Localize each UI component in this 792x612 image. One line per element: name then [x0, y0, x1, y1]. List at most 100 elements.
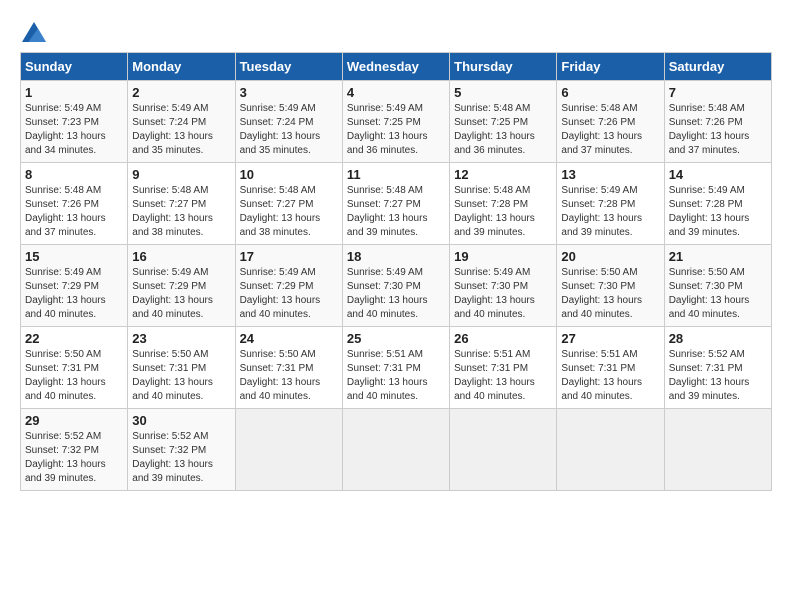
calendar-cell: 12 Sunrise: 5:48 AMSunset: 7:28 PMDayligh… [450, 163, 557, 245]
day-number: 11 [347, 167, 445, 182]
day-number: 6 [561, 85, 659, 100]
calendar: SundayMondayTuesdayWednesdayThursdayFrid… [20, 52, 772, 491]
calendar-cell: 7 Sunrise: 5:48 AMSunset: 7:26 PMDaylight… [664, 81, 771, 163]
calendar-cell: 20 Sunrise: 5:50 AMSunset: 7:30 PMDayligh… [557, 245, 664, 327]
day-number: 14 [669, 167, 767, 182]
day-number: 9 [132, 167, 230, 182]
calendar-week-5: 29 Sunrise: 5:52 AMSunset: 7:32 PMDayligh… [21, 409, 772, 491]
day-number: 2 [132, 85, 230, 100]
day-number: 13 [561, 167, 659, 182]
day-info: Sunrise: 5:49 AMSunset: 7:28 PMDaylight:… [561, 184, 659, 240]
calendar-week-3: 15 Sunrise: 5:49 AMSunset: 7:29 PMDayligh… [21, 245, 772, 327]
calendar-cell: 10Sunrise: 5:48 AMSunset: 7:27 PMDayligh… [235, 163, 342, 245]
day-number: 27 [561, 331, 659, 346]
calendar-week-2: 8Sunrise: 5:48 AMSunset: 7:26 PMDaylight… [21, 163, 772, 245]
calendar-cell: 16 Sunrise: 5:49 AMSunset: 7:29 PMDayligh… [128, 245, 235, 327]
calendar-cell: 8Sunrise: 5:48 AMSunset: 7:26 PMDaylight… [21, 163, 128, 245]
day-info: Sunrise: 5:52 AMSunset: 7:31 PMDaylight:… [669, 348, 767, 404]
day-info: Sunrise: 5:50 AMSunset: 7:31 PMDaylight:… [240, 348, 338, 404]
day-number: 7 [669, 85, 767, 100]
calendar-cell: 21Sunrise: 5:50 AMSunset: 7:30 PMDayligh… [664, 245, 771, 327]
day-info: Sunrise: 5:48 AMSunset: 7:27 PMDaylight:… [347, 184, 445, 240]
calendar-cell: 2 Sunrise: 5:49 AMSunset: 7:24 PMDaylight… [128, 81, 235, 163]
day-number: 20 [561, 249, 659, 264]
day-info: Sunrise: 5:48 AMSunset: 7:28 PMDaylight:… [454, 184, 552, 240]
day-info: Sunrise: 5:49 AMSunset: 7:29 PMDaylight:… [132, 266, 230, 322]
calendar-cell: 23Sunrise: 5:50 AMSunset: 7:31 PMDayligh… [128, 327, 235, 409]
calendar-cell: 17 Sunrise: 5:49 AMSunset: 7:29 PMDayligh… [235, 245, 342, 327]
calendar-cell [342, 409, 449, 491]
day-number: 5 [454, 85, 552, 100]
calendar-cell: 3 Sunrise: 5:49 AMSunset: 7:24 PMDaylight… [235, 81, 342, 163]
day-number: 30 [132, 413, 230, 428]
day-number: 24 [240, 331, 338, 346]
day-info: Sunrise: 5:49 AMSunset: 7:24 PMDaylight:… [240, 102, 338, 158]
day-number: 21 [669, 249, 767, 264]
day-info: Sunrise: 5:51 AMSunset: 7:31 PMDaylight:… [454, 348, 552, 404]
day-info: Sunrise: 5:49 AMSunset: 7:30 PMDaylight:… [454, 266, 552, 322]
day-header-thursday: Thursday [450, 53, 557, 81]
calendar-cell [664, 409, 771, 491]
day-info: Sunrise: 5:51 AMSunset: 7:31 PMDaylight:… [561, 348, 659, 404]
day-number: 17 [240, 249, 338, 264]
calendar-cell: 28 Sunrise: 5:52 AMSunset: 7:31 PMDayligh… [664, 327, 771, 409]
day-number: 19 [454, 249, 552, 264]
day-header-monday: Monday [128, 53, 235, 81]
logo [20, 20, 46, 42]
day-info: Sunrise: 5:49 AMSunset: 7:28 PMDaylight:… [669, 184, 767, 240]
day-number: 8 [25, 167, 123, 182]
day-number: 3 [240, 85, 338, 100]
day-number: 29 [25, 413, 123, 428]
day-info: Sunrise: 5:52 AMSunset: 7:32 PMDaylight:… [132, 430, 230, 486]
day-number: 23 [132, 331, 230, 346]
calendar-cell: 30 Sunrise: 5:52 AMSunset: 7:32 PMDayligh… [128, 409, 235, 491]
calendar-cell [557, 409, 664, 491]
day-number: 18 [347, 249, 445, 264]
calendar-cell: 6 Sunrise: 5:48 AMSunset: 7:26 PMDaylight… [557, 81, 664, 163]
calendar-cell: 5 Sunrise: 5:48 AMSunset: 7:25 PMDaylight… [450, 81, 557, 163]
day-info: Sunrise: 5:51 AMSunset: 7:31 PMDaylight:… [347, 348, 445, 404]
calendar-cell: 13 Sunrise: 5:49 AMSunset: 7:28 PMDayligh… [557, 163, 664, 245]
calendar-cell: 9 Sunrise: 5:48 AMSunset: 7:27 PMDaylight… [128, 163, 235, 245]
calendar-cell: 25 Sunrise: 5:51 AMSunset: 7:31 PMDayligh… [342, 327, 449, 409]
calendar-cell [450, 409, 557, 491]
calendar-cell: 4 Sunrise: 5:49 AMSunset: 7:25 PMDaylight… [342, 81, 449, 163]
day-info: Sunrise: 5:48 AMSunset: 7:25 PMDaylight:… [454, 102, 552, 158]
day-number: 12 [454, 167, 552, 182]
day-info: Sunrise: 5:49 AMSunset: 7:23 PMDaylight:… [25, 102, 123, 158]
calendar-cell: 15 Sunrise: 5:49 AMSunset: 7:29 PMDayligh… [21, 245, 128, 327]
day-info: Sunrise: 5:48 AMSunset: 7:27 PMDaylight:… [240, 184, 338, 240]
day-info: Sunrise: 5:49 AMSunset: 7:29 PMDaylight:… [25, 266, 123, 322]
day-info: Sunrise: 5:50 AMSunset: 7:31 PMDaylight:… [25, 348, 123, 404]
day-number: 16 [132, 249, 230, 264]
calendar-cell [235, 409, 342, 491]
day-info: Sunrise: 5:52 AMSunset: 7:32 PMDaylight:… [25, 430, 123, 486]
header [20, 20, 772, 42]
calendar-header-row: SundayMondayTuesdayWednesdayThursdayFrid… [21, 53, 772, 81]
calendar-cell: 26Sunrise: 5:51 AMSunset: 7:31 PMDayligh… [450, 327, 557, 409]
calendar-cell: 24 Sunrise: 5:50 AMSunset: 7:31 PMDayligh… [235, 327, 342, 409]
day-info: Sunrise: 5:49 AMSunset: 7:29 PMDaylight:… [240, 266, 338, 322]
day-number: 22 [25, 331, 123, 346]
calendar-cell: 27 Sunrise: 5:51 AMSunset: 7:31 PMDayligh… [557, 327, 664, 409]
calendar-body: 1Sunrise: 5:49 AMSunset: 7:23 PMDaylight… [21, 81, 772, 491]
calendar-week-4: 22 Sunrise: 5:50 AMSunset: 7:31 PMDayligh… [21, 327, 772, 409]
day-number: 15 [25, 249, 123, 264]
day-info: Sunrise: 5:49 AMSunset: 7:25 PMDaylight:… [347, 102, 445, 158]
day-number: 28 [669, 331, 767, 346]
day-number: 25 [347, 331, 445, 346]
day-number: 4 [347, 85, 445, 100]
day-info: Sunrise: 5:48 AMSunset: 7:26 PMDaylight:… [669, 102, 767, 158]
calendar-week-1: 1Sunrise: 5:49 AMSunset: 7:23 PMDaylight… [21, 81, 772, 163]
calendar-cell: 29 Sunrise: 5:52 AMSunset: 7:32 PMDayligh… [21, 409, 128, 491]
day-header-sunday: Sunday [21, 53, 128, 81]
calendar-cell: 18Sunrise: 5:49 AMSunset: 7:30 PMDayligh… [342, 245, 449, 327]
day-info: Sunrise: 5:49 AMSunset: 7:24 PMDaylight:… [132, 102, 230, 158]
day-info: Sunrise: 5:48 AMSunset: 7:26 PMDaylight:… [561, 102, 659, 158]
day-info: Sunrise: 5:50 AMSunset: 7:30 PMDaylight:… [561, 266, 659, 322]
day-header-wednesday: Wednesday [342, 53, 449, 81]
day-info: Sunrise: 5:48 AMSunset: 7:27 PMDaylight:… [132, 184, 230, 240]
calendar-cell: 19 Sunrise: 5:49 AMSunset: 7:30 PMDayligh… [450, 245, 557, 327]
calendar-cell: 14 Sunrise: 5:49 AMSunset: 7:28 PMDayligh… [664, 163, 771, 245]
day-header-tuesday: Tuesday [235, 53, 342, 81]
